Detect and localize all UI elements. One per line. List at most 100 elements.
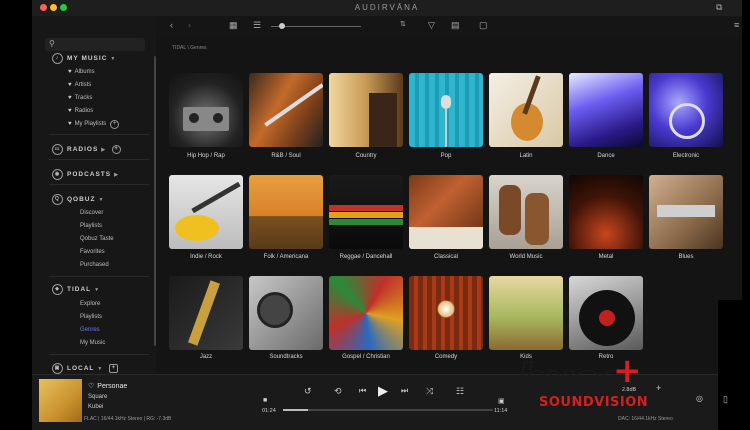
heart-icon: ♥ <box>68 82 72 88</box>
genre-tile-retro[interactable] <box>569 276 643 350</box>
previous-track-icon[interactable]: ⏮ <box>359 386 366 396</box>
genre-tile-latin[interactable] <box>489 73 563 147</box>
section-my-music[interactable]: ♪ MY MUSIC ▼ <box>52 53 116 64</box>
now-playing-title-row[interactable]: ♡ Personae <box>88 382 127 390</box>
genre-tile-metal[interactable] <box>569 175 643 249</box>
shuffle-icon[interactable]: ⤨ <box>426 386 433 397</box>
sidebar-item-tidal-playlists[interactable]: Playlists <box>80 314 102 320</box>
airplay-icon[interactable]: ▣ <box>498 397 505 405</box>
genre-tile-indie-rock[interactable] <box>169 175 243 249</box>
sidebar-item-qobuz-taste[interactable]: Qobuz Taste <box>80 236 114 242</box>
playlist-icon[interactable]: ▤ <box>451 20 460 31</box>
now-playing-artist[interactable]: Square <box>88 394 107 400</box>
search-icon: ⚲ <box>49 39 55 48</box>
genre-tile-country[interactable] <box>329 73 403 147</box>
sidebar-item-tidal-genres[interactable]: Genres <box>80 327 100 333</box>
now-playing-album[interactable]: Kubei <box>88 404 103 410</box>
forward-icon[interactable]: › <box>188 20 191 30</box>
queue-icon[interactable]: ▢ <box>479 20 488 31</box>
add-folder-icon[interactable]: + <box>109 364 119 373</box>
playback-progress-bar[interactable] <box>283 409 493 411</box>
genre-tile-blues[interactable] <box>649 175 723 249</box>
plus-icon: + <box>613 351 642 391</box>
qobuz-icon: Q <box>52 194 63 205</box>
sidebar-item-my-playlists[interactable]: ♥ My Playlists + <box>68 120 120 129</box>
repeat-icon[interactable]: ↺ <box>304 386 312 397</box>
sidebar-item-qobuz-favorites[interactable]: Favorites <box>80 249 105 255</box>
section-local[interactable]: ▣ LOCAL ▼ + <box>52 363 119 374</box>
filter-icon[interactable]: ▽ <box>428 20 435 31</box>
section-podcasts[interactable]: ◉ PODCASTS ▶ <box>52 169 119 180</box>
queue-list-icon[interactable]: ☷ <box>456 386 464 397</box>
genre-tile-soundtracks[interactable] <box>249 276 323 350</box>
sidebar-scrollbar[interactable] <box>154 56 156 346</box>
section-tidal[interactable]: ◆ TIDAL ▼ <box>52 284 100 295</box>
heart-icon: ♥ <box>68 95 72 101</box>
sidebar-divider <box>49 276 149 277</box>
device-icon[interactable]: ◎ <box>696 394 703 403</box>
music-note-icon: ♪ <box>52 53 63 64</box>
chevron-down-icon: ▼ <box>98 197 105 204</box>
sidebar-item-tidal-my-music[interactable]: My Music <box>80 340 105 346</box>
genre-label: Hip Hop / Rap <box>187 153 225 159</box>
mini-player-icon[interactable]: ⧉ <box>716 2 722 13</box>
sidebar-item-artists[interactable]: ♥ Artists <box>68 82 91 88</box>
genre-tile-jazz[interactable] <box>169 276 243 350</box>
radio-icon: ▭ <box>52 144 63 155</box>
chevron-down-icon: ▼ <box>110 56 117 63</box>
back-icon[interactable]: ‹ <box>170 20 173 30</box>
chevron-right-icon: ▶ <box>114 172 119 179</box>
genre-tile-comedy[interactable] <box>409 276 483 350</box>
genre-label: World Music <box>509 254 543 260</box>
podcast-icon: ◉ <box>52 169 63 180</box>
settings-sliders-icon[interactable]: ≡ <box>734 20 739 30</box>
loop-icon[interactable]: ⟲ <box>334 386 342 397</box>
play-button[interactable]: ▶ <box>378 383 388 399</box>
sidebar-divider <box>49 184 149 185</box>
list-view-icon[interactable]: ☰ <box>253 20 261 31</box>
genre-tile-hip-hop[interactable] <box>169 73 243 147</box>
sidebar-item-radios[interactable]: ♥ Radios <box>68 108 93 114</box>
genre-tile-folk-americana[interactable] <box>249 175 323 249</box>
grid-view-icon[interactable]: ▦ <box>229 20 238 31</box>
search-input[interactable]: ⚲ <box>45 38 145 51</box>
add-playlist-icon[interactable]: + <box>110 120 120 129</box>
album-cover[interactable] <box>39 379 82 422</box>
section-radios[interactable]: ▭ RADIOS ▶ + <box>52 144 122 155</box>
chevron-down-icon: ▼ <box>94 287 101 294</box>
hxos-soundvision-watermark: hxos + SOUNDVISION <box>515 351 675 415</box>
sort-icon[interactable]: ⇅ <box>400 20 406 28</box>
heart-icon[interactable]: ♡ <box>88 383 94 390</box>
genre-tile-gospel-christian[interactable] <box>329 276 403 350</box>
heart-icon: ♥ <box>68 69 72 75</box>
genre-tile-rnb-soul[interactable] <box>249 73 323 147</box>
add-radio-icon[interactable]: + <box>112 145 122 154</box>
sidebar-divider <box>49 159 149 160</box>
genre-tile-reggae-dancehall[interactable] <box>329 175 403 249</box>
section-qobuz[interactable]: Q QOBUZ ▼ <box>52 194 104 205</box>
genre-tile-dance[interactable] <box>569 73 643 147</box>
sidebar-item-qobuz-discover[interactable]: Discover <box>80 210 103 216</box>
genre-label: Blues <box>678 254 694 260</box>
time-elapsed: 01:24 <box>262 408 276 414</box>
zoom-slider-thumb[interactable] <box>279 23 285 29</box>
sidebar-item-tracks[interactable]: ♥ Tracks <box>68 95 92 101</box>
genre-tile-world-music[interactable] <box>489 175 563 249</box>
genre-label: Indie / Rock <box>190 254 222 260</box>
sidebar-item-qobuz-purchased[interactable]: Purchased <box>80 262 109 268</box>
chevron-right-icon: ▶ <box>101 147 107 154</box>
genre-tile-pop[interactable] <box>409 73 483 147</box>
zoom-slider[interactable] <box>271 23 361 29</box>
next-track-icon[interactable]: ⏭ <box>401 386 408 396</box>
toolbar: ‹ › ▦ ☰ ⇅ ▽ ▤ ▢ ≡ <box>156 16 742 36</box>
sidebar-item-tidal-explore[interactable]: Explore <box>80 301 100 307</box>
genre-tile-electronic[interactable] <box>649 73 723 147</box>
genre-label: Comedy <box>434 354 458 360</box>
heart-icon: ♥ <box>68 108 72 114</box>
sidebar-item-qobuz-playlists[interactable]: Playlists <box>80 223 102 229</box>
speaker-icon[interactable]: ▯ <box>723 394 728 405</box>
genre-tile-kids[interactable] <box>489 276 563 350</box>
sidebar-item-albums[interactable]: ♥ Albums <box>68 69 95 75</box>
genre-tile-classical[interactable] <box>409 175 483 249</box>
stop-icon[interactable]: ■ <box>263 397 267 404</box>
